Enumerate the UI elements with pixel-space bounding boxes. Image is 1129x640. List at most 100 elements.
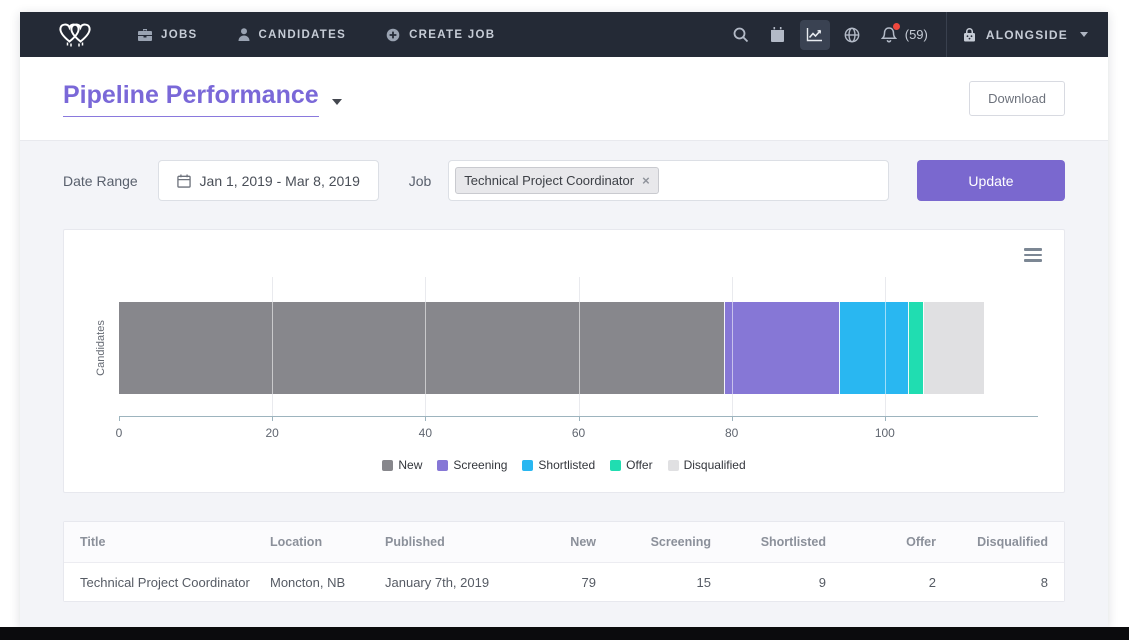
axis-tick [119,416,120,421]
axis-tick-label: 100 [875,426,895,440]
plot-area [119,277,1038,417]
date-range-input[interactable]: Jan 1, 2019 - Mar 8, 2019 [158,160,379,201]
report-selector-dropdown[interactable]: Pipeline Performance [63,81,342,117]
search-icon[interactable] [726,20,756,50]
legend-item-offer[interactable]: Offer [610,458,652,472]
nav-item-create-job[interactable]: CREATE JOB [386,28,495,42]
axis-tick [272,416,273,421]
table-row[interactable]: Technical Project Coordinator Moncton, N… [64,563,1064,601]
cell-new: 79 [545,575,596,590]
col-header-location: Location [270,535,385,549]
col-header-disqualified: Disqualified [936,535,1048,549]
legend-label: Screening [453,458,507,472]
filter-row: Date Range Jan 1, 2019 - Mar 8, 2019 Job… [63,160,1065,201]
results-table: Title Location Published New Screening S… [63,521,1065,602]
legend-label: Offer [626,458,652,472]
bell-icon[interactable] [874,20,904,50]
chart-card: Candidates 020406080100 New Screening [63,229,1065,493]
close-x-icon[interactable]: × [642,174,650,187]
briefcase-icon [138,28,152,41]
gridline-overlay [885,302,886,394]
nav-item-jobs[interactable]: JOBS [138,28,198,41]
bar-segment-offer[interactable] [908,302,923,394]
nav-label: CANDIDATES [259,29,347,41]
col-header-screening: Screening [596,535,711,549]
bar-segment-new[interactable] [119,302,724,394]
cell-screening: 15 [596,575,711,590]
download-button[interactable]: Download [969,81,1065,116]
axis-tick-label: 80 [725,426,738,440]
legend-item-new[interactable]: New [382,458,422,472]
globe-icon[interactable] [837,20,867,50]
nav-item-candidates[interactable]: CANDIDATES [238,28,347,41]
bottom-bar [0,627,1129,640]
x-ticklabels: 020406080100 [119,426,1038,440]
calendar-icon[interactable] [763,20,793,50]
main-nav: JOBS CANDIDATES CREATE J [138,28,495,42]
legend-swatch [382,460,393,471]
hamburger-menu-icon[interactable] [1024,248,1042,265]
gridline-overlay [425,302,426,394]
legend-item-screening[interactable]: Screening [437,458,507,472]
update-button[interactable]: Update [917,160,1065,201]
bar-segment-screening[interactable] [724,302,839,394]
plus-circle-icon [386,28,400,42]
chevron-down-icon [1080,32,1088,37]
axis-tick [885,416,886,421]
cell-shortlisted: 9 [711,575,826,590]
cell-offer: 2 [826,575,936,590]
cell-title: Technical Project Coordinator [80,575,270,590]
cell-disqualified: 8 [936,575,1048,590]
job-label: Job [409,173,432,189]
nav-label: CREATE JOB [409,29,495,41]
gridline-overlay [579,302,580,394]
job-tag-chip: Technical Project Coordinator × [455,167,658,194]
person-icon [238,28,250,41]
axis-tick-label: 0 [116,426,123,440]
page-title: Pipeline Performance [63,81,319,117]
col-header-shortlisted: Shortlisted [711,535,826,549]
legend-swatch [668,460,679,471]
page-header: Pipeline Performance Download [20,57,1108,141]
nav-label: JOBS [161,29,198,41]
axis-tick-label: 20 [265,426,278,440]
legend-label: Disqualified [684,458,746,472]
chevron-down-icon [332,99,342,105]
top-navbar: JOBS CANDIDATES CREATE J [20,12,1108,57]
axis-tick [579,416,580,421]
legend-item-shortlisted[interactable]: Shortlisted [522,458,595,472]
axis-tick-label: 60 [572,426,585,440]
legend-label: New [398,458,422,472]
col-header-title: Title [80,535,270,549]
table-header-row: Title Location Published New Screening S… [64,522,1064,563]
bar-segment-shortlisted[interactable] [839,302,908,394]
col-header-new: New [545,535,596,549]
cell-location: Moncton, NB [270,575,385,590]
gridline-overlay [272,302,273,394]
calendar-icon [177,174,191,188]
date-range-value: Jan 1, 2019 - Mar 8, 2019 [200,173,360,189]
chart-legend: New Screening Shortlisted Offer Disquali… [64,458,1064,472]
job-select-input[interactable]: Technical Project Coordinator × [448,160,889,201]
page-body: Date Range Jan 1, 2019 - Mar 8, 2019 Job… [20,141,1108,627]
bar-segment-disqualified[interactable] [923,302,984,394]
notification-dot [893,23,900,30]
notification-count[interactable]: (59) [905,27,928,42]
col-header-offer: Offer [826,535,936,549]
legend-label: Shortlisted [538,458,595,472]
date-range-label: Date Range [63,173,138,189]
navbar-right: (59) ALONGSIDE [719,12,1088,57]
hearts-logo[interactable] [54,19,96,51]
legend-item-disqualified[interactable]: Disqualified [668,458,746,472]
app-window: JOBS CANDIDATES CREATE J [20,12,1108,627]
account-name: ALONGSIDE [986,28,1068,42]
navbar-divider [946,12,947,57]
legend-swatch [610,460,621,471]
lock-icon [963,27,976,42]
cell-published: January 7th, 2019 [385,575,545,590]
col-header-published: Published [385,535,545,549]
axis-tick [425,416,426,421]
chart-line-icon[interactable] [800,20,830,50]
legend-swatch [522,460,533,471]
account-menu[interactable]: ALONGSIDE [963,27,1088,42]
